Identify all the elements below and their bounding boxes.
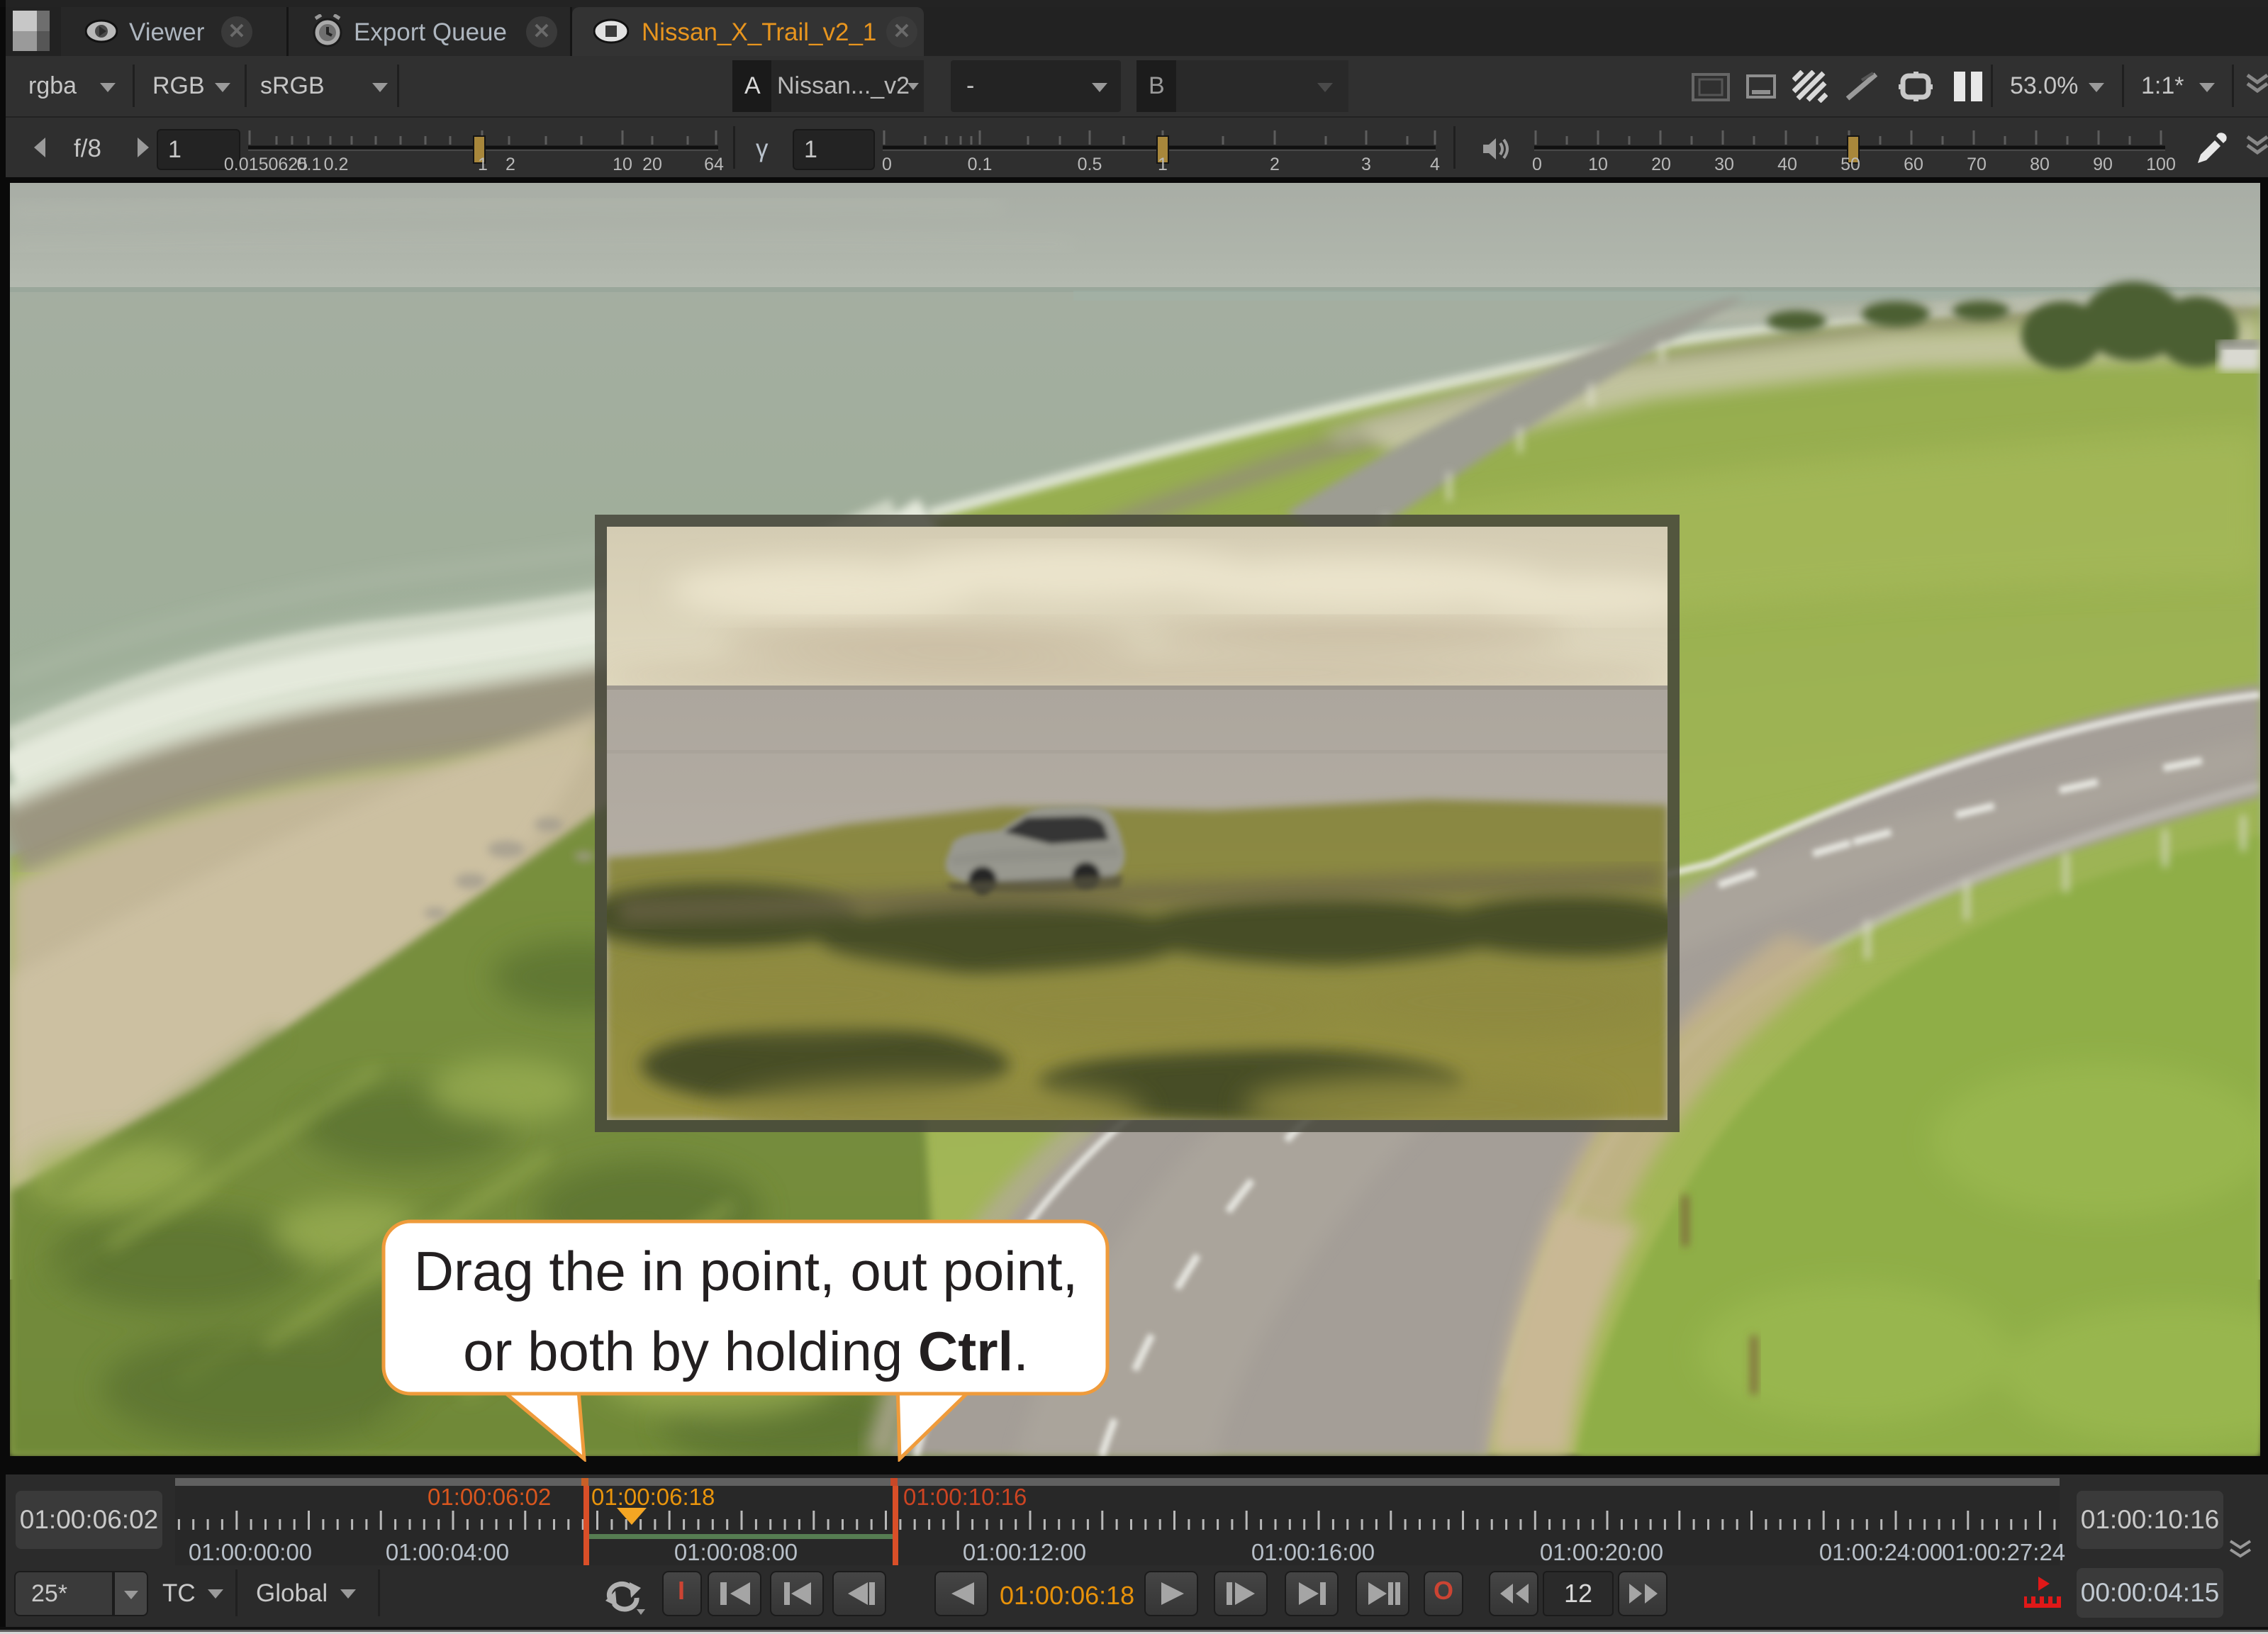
svg-text:or both by holding Ctrl.: or both by holding Ctrl. (463, 1320, 1029, 1382)
svg-text:Drag the in point, out point,: Drag the in point, out point, (414, 1240, 1078, 1302)
